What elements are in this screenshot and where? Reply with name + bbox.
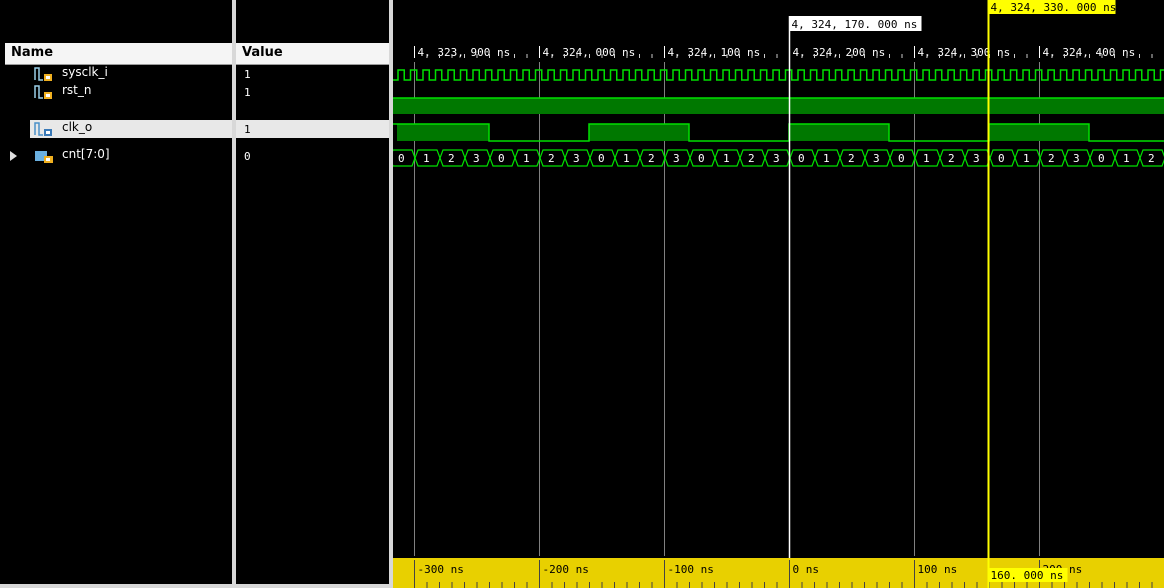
- value-rst_n: 1: [244, 86, 251, 99]
- clk_o-high-fill: [589, 124, 689, 141]
- signal-row-sysclk_i[interactable]: sysclk_i: [0, 65, 232, 83]
- cnt-bus-value: 3: [673, 152, 680, 165]
- cnt-bus-value: 1: [523, 152, 530, 165]
- cnt-bus-value: 0: [698, 152, 705, 165]
- clk_o-high-fill: [397, 124, 489, 141]
- value-clk_o: 1: [236, 120, 389, 138]
- cnt-bus-value: 2: [848, 152, 855, 165]
- cnt-bus-value: 2: [548, 152, 555, 165]
- cnt-bus-value: 0: [1098, 152, 1105, 165]
- cnt-bus-value: 1: [623, 152, 630, 165]
- expand-arrow-icon[interactable]: [10, 151, 17, 161]
- ruler-label: 100 ns: [918, 563, 958, 576]
- timeline-label: 4, 324, 000 ns: [543, 46, 636, 59]
- cnt-bus-value: 2: [948, 152, 955, 165]
- bottom-scroll-strip: [0, 584, 389, 588]
- timeline-label: 4, 324, 200 ns: [793, 46, 886, 59]
- sysclk_i-waveform: [393, 69, 1164, 81]
- cnt-bus-value: 1: [723, 152, 730, 165]
- clock-signal-icon: [34, 67, 52, 81]
- cnt-bus-value: 1: [423, 152, 430, 165]
- delta-label-top: 160. 000 ns: [991, 569, 1064, 582]
- cnt-bus-value: 3: [473, 152, 480, 165]
- timeline-label: 4, 324, 100 ns: [668, 46, 761, 59]
- cnt-bus-value: 2: [1048, 152, 1055, 165]
- cnt-bus-value: 1: [823, 152, 830, 165]
- cnt-bus-value: 0: [898, 152, 905, 165]
- cnt-bus-value: 3: [773, 152, 780, 165]
- cnt-bus-value: 2: [1148, 152, 1155, 165]
- clk_o-high-fill: [989, 124, 1089, 141]
- cnt-bus-value: 0: [398, 152, 405, 165]
- value-sysclk_i: 1: [244, 68, 251, 81]
- timeline-label: 4, 324, 300 ns: [918, 46, 1011, 59]
- timeline-label: 4, 324, 400 ns: [1043, 46, 1136, 59]
- cnt-bus-value: 2: [748, 152, 755, 165]
- cnt-bus-value: 0: [798, 152, 805, 165]
- waveform-canvas[interactable]: 4, 323, 900 ns 4, 324, 000 ns 4, 324, 100 …: [393, 0, 1164, 588]
- value-column-header[interactable]: Value: [236, 43, 389, 65]
- cnt-bus-value: 2: [448, 152, 455, 165]
- cnt-bus-value: 1: [923, 152, 930, 165]
- cnt-bus-value: 3: [573, 152, 580, 165]
- cnt-bus-value: 3: [873, 152, 880, 165]
- waveform-area[interactable]: 4, 323, 900 ns 4, 324, 000 ns 4, 324, 100 …: [393, 0, 1164, 588]
- cnt-bus-value: 3: [1073, 152, 1080, 165]
- bus-signal-icon: [35, 151, 53, 163]
- ruler-label: 0 ns: [793, 563, 820, 576]
- value-column-label: Value: [242, 45, 283, 60]
- main-cursor-label: 4, 324, 330. 000 ns: [991, 1, 1117, 14]
- name-column-label: Name: [11, 45, 54, 60]
- cnt-bus-value: 1: [1023, 152, 1030, 165]
- marker-cursor-label: 4, 324, 170. 000 ns: [792, 18, 918, 31]
- ruler-label: -300 ns: [418, 563, 464, 576]
- timeline-label: 4, 323, 900 ns: [418, 46, 511, 59]
- ruler-label: -100 ns: [668, 563, 714, 576]
- signal-row-rst_n[interactable]: rst_n: [0, 83, 232, 101]
- value-cnt: 0: [244, 150, 251, 163]
- name-column-header[interactable]: Name: [5, 43, 232, 65]
- signal-row-clk_o[interactable]: clk_o: [30, 120, 232, 138]
- cnt-bus-value: 3: [973, 152, 980, 165]
- cnt-bus-value: 0: [498, 152, 505, 165]
- reset-signal-icon: [34, 85, 52, 99]
- clk_o-high-fill: [789, 124, 889, 141]
- signal-row-cnt[interactable]: cnt[7:0]: [0, 147, 232, 165]
- values-pane: Value 1 1 1 0: [236, 0, 389, 588]
- cnt-bus-value: 2: [648, 152, 655, 165]
- cnt-bus-value: 1: [1123, 152, 1130, 165]
- cnt-bus-value: 0: [998, 152, 1005, 165]
- output-signal-icon: [34, 122, 52, 136]
- cnt-bus-value: 0: [598, 152, 605, 165]
- names-pane: Name sysclk_i rst_n clk_o cnt[7:0]: [0, 0, 232, 588]
- rst_n-waveform-fill: [393, 98, 1164, 114]
- ruler-label: -200 ns: [543, 563, 589, 576]
